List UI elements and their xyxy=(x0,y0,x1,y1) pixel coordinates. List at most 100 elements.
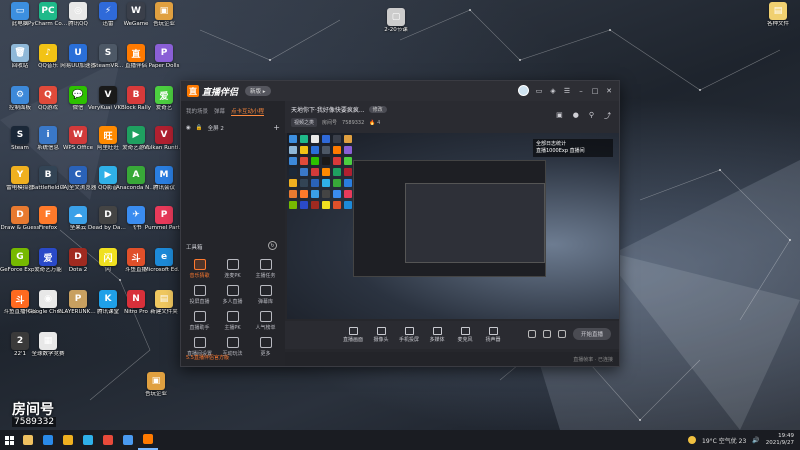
edit-title-button[interactable]: 修改 xyxy=(368,106,387,113)
tool-label: 投屏直播 xyxy=(189,299,210,305)
taskbar-app[interactable] xyxy=(138,430,158,450)
minimize-icon[interactable]: – xyxy=(577,87,585,95)
desktop-icon[interactable]: M 腾讯会议 xyxy=(146,166,182,202)
tab-danmaku[interactable]: 弹幕 xyxy=(214,107,225,116)
user-avatar[interactable] xyxy=(518,85,529,96)
preview-icon xyxy=(311,190,319,198)
close-icon[interactable]: ✕ xyxy=(605,87,613,95)
source-control[interactable]: 扬声器 xyxy=(483,327,503,343)
lock-icon[interactable]: 🔒 xyxy=(196,125,203,131)
clock[interactable]: 19:49 2021/9/27 xyxy=(766,433,794,447)
taskbar-app[interactable] xyxy=(98,430,118,450)
tool-item[interactable]: 主播PK xyxy=(216,311,249,331)
taskbar-app[interactable] xyxy=(18,430,38,450)
app-icon: S xyxy=(11,126,29,144)
date: 2021/9/27 xyxy=(765,440,794,446)
desktop-icon[interactable]: ▤ 新建文件夹 xyxy=(146,290,182,326)
live-preview[interactable]: 全部日志统计 直播1000Exp 直播间 xyxy=(287,133,619,319)
source-control[interactable]: 麦克风 xyxy=(455,327,475,343)
preview-icon xyxy=(344,157,352,165)
tool-item[interactable]: 弹幕库 xyxy=(249,285,282,305)
desktop-icon[interactable]: P Paper Dolls xyxy=(146,44,182,80)
weather-icon[interactable] xyxy=(688,436,697,444)
desktop-icon-label: 爱奇艺 xyxy=(155,105,173,111)
message-icon[interactable]: ▭ xyxy=(535,87,543,95)
preview-icon xyxy=(333,190,341,198)
gear-icon[interactable] xyxy=(557,330,566,338)
tool-item[interactable]: 人气榜单 xyxy=(249,311,282,331)
version-badge[interactable]: 新版 ▸ xyxy=(245,86,271,96)
app-icon: W xyxy=(127,2,145,20)
record-icon[interactable]: ● xyxy=(573,111,579,121)
preview-icon xyxy=(344,168,352,176)
desktop-icon[interactable]: ▦ 全球数学竞赛 xyxy=(30,332,66,368)
source-control[interactable]: 摄像头 xyxy=(371,327,391,343)
source-icon xyxy=(404,327,414,335)
app-icon: B xyxy=(127,86,145,104)
speaker-icon[interactable]: 🔊 xyxy=(752,437,759,444)
scene-item[interactable]: ◉ 🔒 全屏 2 + xyxy=(181,119,285,136)
app-icon: 爱 xyxy=(155,86,173,104)
tab-my-scene[interactable]: 我的场景 xyxy=(186,107,208,116)
preview-icon xyxy=(311,157,319,165)
desktop-icon[interactable]: ▣ 吾玩企业 xyxy=(138,372,174,408)
add-scene-icon[interactable]: + xyxy=(273,123,280,132)
start-live-button[interactable]: 开始直播 xyxy=(572,328,611,340)
user-icon[interactable]: ⚲ xyxy=(589,111,594,121)
tool-item[interactable]: 投屏直播 xyxy=(183,285,216,305)
source-control[interactable]: 手机投屏 xyxy=(399,327,419,343)
taskbar-app[interactable] xyxy=(118,430,138,450)
screenshot-icon[interactable]: ▣ xyxy=(556,111,563,121)
tool-item[interactable]: 多人直播 xyxy=(216,285,249,305)
source-label: 扬声器 xyxy=(485,337,501,343)
share-icon[interactable]: ⤴ xyxy=(604,111,611,121)
source-controls: 直播画面 摄像头 手机投屏 多媒体 麦克风 扬声器 开始直播 xyxy=(285,321,619,349)
tool-item[interactable]: 音乐猜歌 xyxy=(183,259,216,279)
tool-item[interactable]: 直播助手 xyxy=(183,311,216,331)
desktop-icon[interactable]: ▢ 2-20节课 xyxy=(378,8,414,44)
tool-icon xyxy=(193,285,206,296)
room-watermark: 房间号 7589332 xyxy=(12,402,57,427)
app-logo: 直 直播伴侣 新版 ▸ xyxy=(187,85,271,98)
app-icon: ▦ xyxy=(39,332,57,350)
preview-icon xyxy=(300,201,308,209)
toolbox-settings-icon[interactable]: ↻ xyxy=(268,241,277,250)
camera-settings-icon[interactable] xyxy=(527,330,536,338)
tool-label: 更多 xyxy=(260,351,271,357)
toolbox-title: 工具箱 xyxy=(186,245,203,251)
taskbar-apps xyxy=(18,430,158,450)
tool-item[interactable]: 主播任务 xyxy=(249,259,282,279)
category-pill[interactable]: 视频之类 xyxy=(291,118,318,127)
app-icon: P xyxy=(155,206,173,224)
desktop-icon[interactable]: ▣ 吾玩企业 xyxy=(146,2,182,38)
desktop-icon[interactable]: ▤ 各种文件 xyxy=(760,2,796,38)
desktop-icon[interactable]: P Pummel Party xyxy=(144,206,184,242)
desktop-icon[interactable]: e Microsoft Edge xyxy=(144,248,184,284)
tab-interactive[interactable]: 点卡互动小程 xyxy=(231,107,265,116)
maximize-icon[interactable]: □ xyxy=(591,87,599,95)
source-control[interactable]: 多媒体 xyxy=(427,327,447,343)
desktop-icon[interactable]: 爱爱奇艺 xyxy=(146,86,182,122)
skin-icon[interactable]: ◈ xyxy=(549,87,557,95)
beauty-icon[interactable] xyxy=(542,330,551,338)
source-label: 手机投屏 xyxy=(399,337,420,343)
taskbar-app[interactable] xyxy=(78,430,98,450)
app-name: 直播伴侣 xyxy=(202,87,239,98)
eye-icon[interactable]: ◉ xyxy=(186,125,191,131)
start-button[interactable] xyxy=(0,430,18,450)
app-icon: 🗑 xyxy=(11,44,29,62)
tool-item[interactable]: 连麦PK xyxy=(216,259,249,279)
taskbar-app[interactable] xyxy=(58,430,78,450)
tool-item[interactable]: 更多 xyxy=(249,337,282,357)
source-control[interactable]: 直播画面 xyxy=(343,327,363,343)
desktop-icon-label: Pummel Party xyxy=(144,225,184,231)
taskbar-app-icon xyxy=(143,434,153,444)
tool-label: 多人直播 xyxy=(222,299,243,305)
weather-text[interactable]: 19°C 空气优 23 xyxy=(702,436,746,445)
desktop-icon[interactable]: VVulkan Runtime 2019.1 xyxy=(144,126,184,162)
taskbar-app[interactable] xyxy=(38,430,58,450)
preview-icon xyxy=(289,179,297,187)
app-icon: K xyxy=(99,290,117,308)
watermark-title: 房间号 xyxy=(12,402,54,418)
settings-icon[interactable]: ☰ xyxy=(563,87,571,95)
